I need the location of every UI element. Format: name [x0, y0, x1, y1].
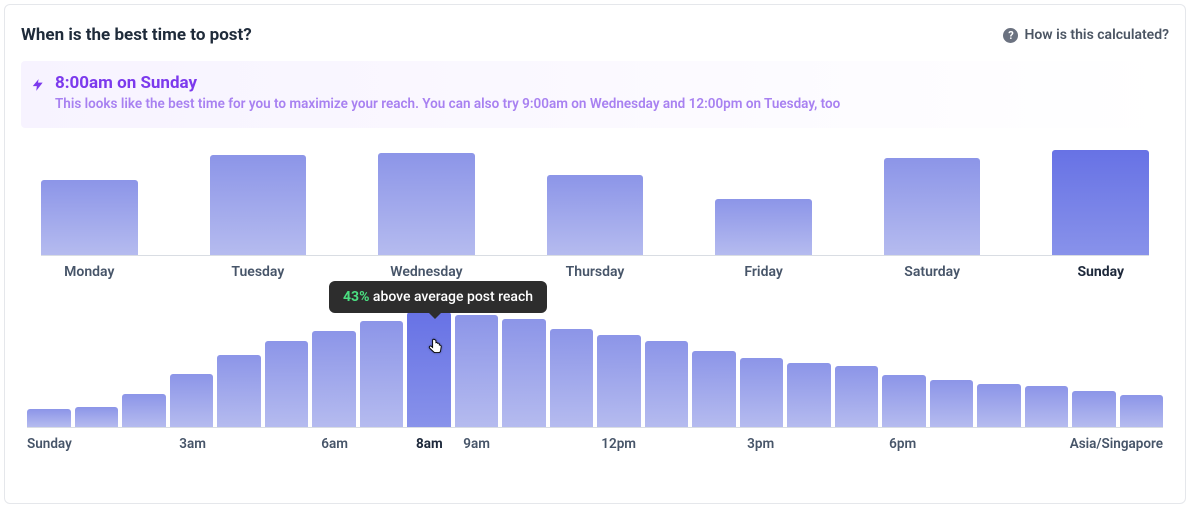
hour-bar-9pm[interactable] — [1025, 386, 1069, 427]
hour-tick-label: 3pm — [747, 436, 774, 452]
card-header: When is the best time to post? ? How is … — [21, 25, 1169, 45]
lightning-icon — [31, 76, 45, 114]
hour-bar-4pm[interactable] — [787, 363, 831, 427]
hover-tooltip: 43% above average post reach — [329, 281, 547, 313]
hour-tick-label: 9am — [463, 436, 490, 452]
hour-bar-12pm[interactable] — [597, 335, 641, 426]
hour-bar-3pm[interactable] — [740, 358, 784, 427]
hour-bar-6am[interactable] — [312, 331, 356, 427]
hour-axis-row: Sunday 3am6am8am9am12pm3pm6pm Asia/Singa… — [27, 436, 1163, 454]
hour-tick-label: 12pm — [601, 436, 636, 452]
day-bar-monday[interactable] — [41, 180, 138, 255]
hour-bar-7am[interactable] — [360, 321, 404, 427]
question-icon: ? — [1003, 28, 1018, 43]
hour-bar-2pm[interactable] — [692, 351, 736, 427]
day-label: Sunday — [1052, 264, 1149, 280]
hour-tick-label: 3am — [179, 436, 206, 452]
hour-bar-2am[interactable] — [122, 394, 166, 426]
hour-bar-4am[interactable] — [217, 355, 261, 427]
day-bar-friday[interactable] — [715, 199, 812, 255]
hour-bar-11pm[interactable] — [1120, 395, 1164, 426]
hour-bar-6pm[interactable] — [882, 375, 926, 427]
pointer-cursor-icon — [427, 335, 445, 357]
day-label: Monday — [41, 264, 138, 280]
day-label: Wednesday — [378, 264, 475, 280]
day-chart: Monday Tuesday Wednesday Thursday Friday Satu… — [41, 134, 1149, 284]
hour-bars-container — [27, 308, 1163, 428]
hour-bar-10pm[interactable] — [1072, 391, 1116, 427]
hour-bar-3am[interactable] — [170, 374, 214, 427]
day-bar-thursday[interactable] — [547, 175, 644, 255]
best-time-card: When is the best time to post? ? How is … — [4, 4, 1186, 504]
help-label: How is this calculated? — [1024, 27, 1169, 43]
day-label: Thursday — [547, 264, 644, 280]
hour-chart: Sunday 3am6am8am9am12pm3pm6pm Asia/Singa… — [27, 308, 1163, 454]
banner-title: 8:00am on Sunday — [55, 73, 840, 93]
day-label: Friday — [715, 264, 812, 280]
day-bar-wednesday[interactable] — [378, 153, 475, 255]
day-label: Saturday — [884, 264, 981, 280]
day-labels-row: Monday Tuesday Wednesday Thursday Friday Satu… — [41, 264, 1149, 280]
day-label: Tuesday — [210, 264, 307, 280]
hour-bar-12am[interactable] — [27, 409, 71, 427]
day-bar-saturday[interactable] — [884, 158, 981, 255]
hour-bar-8am[interactable] — [407, 312, 451, 427]
tooltip-percent: 43% — [343, 289, 369, 305]
day-bar-sunday[interactable] — [1052, 150, 1149, 255]
hour-bar-7pm[interactable] — [930, 380, 974, 427]
tooltip-text: above average post reach — [369, 289, 533, 305]
banner-subtitle: This looks like the best time for you to… — [55, 95, 840, 114]
hour-tick-label: 8am — [416, 436, 443, 452]
hour-bar-1am[interactable] — [75, 407, 119, 427]
hour-bar-9am[interactable] — [455, 315, 499, 427]
day-bar-tuesday[interactable] — [210, 155, 307, 255]
hour-bar-10am[interactable] — [502, 319, 546, 427]
hour-tick-label: 6pm — [889, 436, 916, 452]
day-bars-container — [41, 134, 1149, 256]
hour-bar-8pm[interactable] — [977, 384, 1021, 427]
hour-bar-11am[interactable] — [550, 329, 594, 427]
recommendation-banner: 8:00am on Sunday This looks like the bes… — [21, 61, 1169, 128]
card-title: When is the best time to post? — [21, 25, 252, 45]
hour-bar-5am[interactable] — [265, 341, 309, 427]
hour-axis-right: Asia/Singapore — [1070, 436, 1163, 452]
hour-bar-1pm[interactable] — [645, 341, 689, 427]
help-link[interactable]: ? How is this calculated? — [1003, 27, 1169, 43]
hour-tick-label: 6am — [321, 436, 348, 452]
hour-bar-5pm[interactable] — [835, 366, 879, 427]
